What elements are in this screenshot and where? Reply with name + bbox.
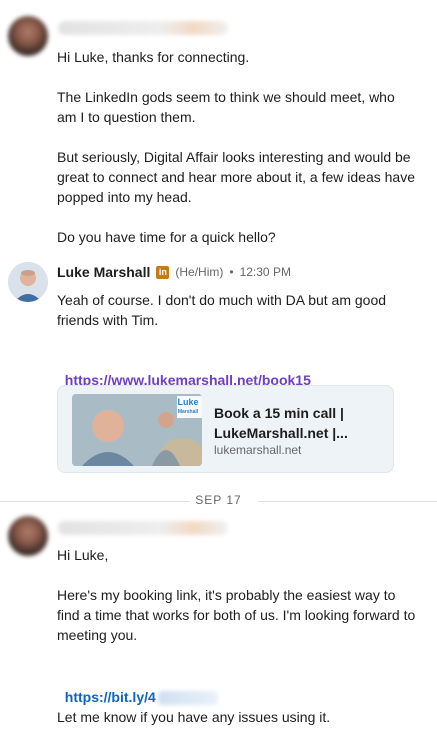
avatar-photo (8, 262, 48, 302)
date-divider-label: SEP 17 (195, 493, 242, 507)
link-redacted (157, 691, 218, 706)
message-time: 12:30 PM (239, 265, 291, 279)
link-preview-card[interactable]: Luke Marshall Book a 15 min call | LukeM… (57, 385, 394, 473)
message-body: Hi Luke, thanks for connecting. The Link… (57, 49, 416, 245)
date-divider: SEP 17 (0, 493, 437, 509)
link-preview-thumbnail: Luke Marshall (72, 394, 202, 466)
booking-link[interactable]: https://bit.ly/4 (65, 689, 156, 705)
sender-name[interactable]: Luke Marshall (57, 264, 150, 280)
preview-logo: Luke Marshall (177, 397, 199, 416)
sender-pronouns: (He/Him) (175, 265, 224, 279)
message-body: Yeah of course. I don't do much with DA … (57, 292, 390, 328)
divider-line-right (258, 501, 437, 502)
link-preview-domain: lukemarshall.net (214, 443, 302, 457)
sender-name-redacted (58, 521, 228, 535)
link-preview-title[interactable]: Book a 15 min call | LukeMarshall.net |.… (214, 403, 384, 443)
separator-dot: • (229, 265, 234, 279)
message-body: Let me know if you have any issues using… (57, 709, 331, 725)
avatar[interactable] (8, 16, 48, 56)
message-body: Hi Luke, Here's my booking link, it's pr… (57, 547, 416, 643)
linkedin-premium-icon: in (156, 265, 170, 279)
message-link-line: https://www.lukemarshall.net/book15 (57, 350, 417, 390)
avatar[interactable] (8, 262, 48, 302)
sender-name-redacted (58, 21, 228, 35)
message-link-line: https://bit.ly/4 (57, 667, 417, 707)
sender-header: Luke Marshall in (He/Him) • 12:30 PM (57, 262, 291, 282)
avatar[interactable] (8, 516, 48, 556)
